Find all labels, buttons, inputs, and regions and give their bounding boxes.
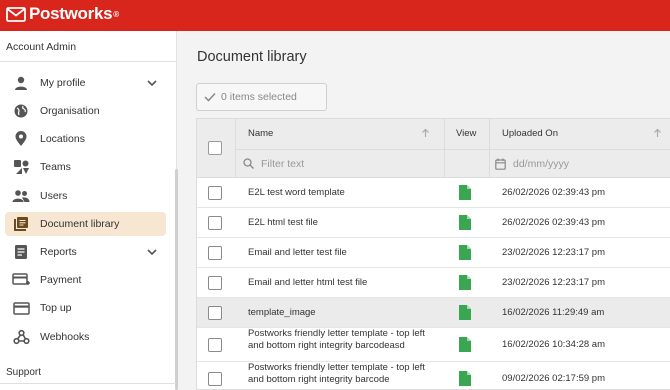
uploaded-on: 09/02/2026 02:17:59 pm — [502, 373, 606, 384]
row-checkbox[interactable] — [208, 276, 222, 290]
uploaded-on: 26/02/2026 02:39:43 pm — [502, 217, 606, 228]
sidebar-item-label: Teams — [40, 161, 71, 173]
table-row[interactable]: E2L html test file 26/02/2026 02:39:43 p… — [197, 208, 670, 238]
grid-header: Name View Uploaded On Filter text dd/mm/… — [197, 119, 670, 178]
sidebar-item-label: Top up — [40, 302, 72, 314]
sidebar-item-webhooks[interactable]: Webhooks — [5, 325, 166, 349]
table-row[interactable]: E2L test word template 26/02/2026 02:39:… — [197, 178, 670, 208]
divider — [0, 61, 176, 62]
map-pin-icon — [7, 131, 35, 147]
sort-arrow-up-icon[interactable] — [653, 128, 662, 138]
envelope-logo-icon — [6, 6, 26, 22]
sidebar-item-label: Users — [40, 190, 68, 202]
sidebar-support-heading: Support — [6, 367, 42, 378]
date-filter-input[interactable]: dd/mm/yyyy — [495, 149, 569, 178]
document-name: E2L html test file — [248, 217, 318, 228]
column-header-view[interactable]: View — [456, 128, 476, 139]
sidebar-item-my-profile[interactable]: My profile — [5, 71, 166, 95]
header-filter-divider — [235, 149, 670, 150]
document-name: Postworks friendly letter template - top… — [248, 362, 425, 385]
payment-card-icon — [7, 273, 35, 287]
table-row[interactable]: template_image 16/02/2026 11:29:49 am — [197, 298, 670, 328]
sidebar-item-organisation[interactable]: Organisation — [5, 99, 166, 123]
column-header-name[interactable]: Name — [248, 128, 273, 139]
calendar-icon — [495, 158, 506, 170]
top-up-card-icon — [7, 301, 35, 315]
uploaded-on: 16/02/2026 10:34:28 am — [502, 339, 606, 350]
sidebar-item-document-library[interactable]: Document library — [5, 212, 166, 236]
sidebar-item-label: Payment — [40, 274, 82, 286]
date-filter-placeholder: dd/mm/yyyy — [513, 157, 570, 170]
uploaded-on: 26/02/2026 02:39:43 pm — [502, 187, 606, 198]
sort-arrow-up-icon[interactable] — [421, 128, 430, 138]
uploaded-on: 23/02/2026 12:23:17 pm — [502, 247, 606, 258]
chevron-down-icon[interactable] — [146, 246, 158, 258]
sidebar-item-label: Locations — [40, 133, 85, 145]
row-checkbox[interactable] — [208, 246, 222, 260]
sidebar-item-teams[interactable]: Teams — [5, 155, 166, 179]
document-name: E2L test word template — [248, 187, 345, 198]
teams-icon — [7, 159, 35, 175]
sidebar-item-label: Organisation — [40, 105, 100, 117]
row-checkbox[interactable] — [208, 216, 222, 230]
document-name: Postworks friendly letter template - top… — [248, 328, 425, 351]
items-selected-label: 0 items selected — [221, 91, 297, 103]
table-row[interactable]: Email and letter test file 23/02/2026 12… — [197, 238, 670, 268]
document-view-icon[interactable] — [459, 245, 471, 260]
document-view-icon[interactable] — [459, 305, 471, 320]
users-icon — [7, 189, 35, 203]
globe-icon — [7, 103, 35, 119]
name-filter-input[interactable]: Filter text — [243, 149, 304, 178]
uploaded-on: 23/02/2026 12:23:17 pm — [502, 277, 606, 288]
document-name: template_image — [248, 307, 316, 318]
document-name: Email and letter test file — [248, 247, 347, 258]
row-checkbox[interactable] — [208, 338, 222, 352]
top-bar: Postworks ® — [0, 0, 670, 31]
sidebar-item-top-up[interactable]: Top up — [5, 296, 166, 320]
main-content: Document library 0 items selected Name V… — [178, 31, 670, 390]
sidebar-item-label: Reports — [40, 246, 77, 258]
document-view-icon[interactable] — [459, 215, 471, 230]
document-view-icon[interactable] — [459, 275, 471, 290]
select-all-checkbox[interactable] — [208, 141, 222, 155]
row-checkbox[interactable] — [208, 186, 222, 200]
brand-registered-mark: ® — [113, 9, 119, 19]
row-checkbox[interactable] — [208, 306, 222, 320]
document-grid: Name View Uploaded On Filter text dd/mm/… — [196, 118, 670, 390]
document-view-icon[interactable] — [459, 371, 471, 386]
sidebar-item-label: My profile — [40, 77, 86, 89]
sidebar-section-title: Account Admin — [6, 41, 77, 53]
chevron-down-icon[interactable] — [146, 77, 158, 89]
postworks-logo[interactable]: Postworks ® — [6, 4, 119, 24]
reports-icon — [7, 244, 35, 260]
webhooks-icon — [7, 329, 35, 345]
items-selected-button[interactable]: 0 items selected — [196, 83, 327, 111]
row-checkbox[interactable] — [208, 372, 222, 386]
sidebar: Account Admin My profile Organisation Lo… — [0, 31, 178, 390]
brand-name: Postworks — [29, 4, 113, 23]
name-filter-placeholder: Filter text — [261, 157, 305, 170]
sidebar-item-reports[interactable]: Reports — [5, 240, 166, 264]
uploaded-on: 16/02/2026 11:29:49 am — [502, 307, 605, 318]
table-row[interactable]: Postworks friendly letter template - top… — [197, 328, 670, 362]
table-row[interactable]: Email and letter html test file 23/02/20… — [197, 268, 670, 298]
sidebar-item-label: Document library — [40, 218, 120, 230]
document-view-icon[interactable] — [459, 185, 471, 200]
table-row[interactable]: Postworks friendly letter template - top… — [197, 362, 670, 389]
document-view-icon[interactable] — [459, 337, 471, 352]
document-library-icon — [7, 216, 35, 232]
check-icon — [204, 92, 216, 102]
person-icon — [7, 75, 35, 91]
search-icon — [243, 158, 254, 169]
sidebar-item-label: Webhooks — [40, 331, 90, 343]
sidebar-item-payment[interactable]: Payment — [5, 268, 166, 292]
divider — [0, 383, 176, 384]
document-name: Email and letter html test file — [248, 277, 368, 288]
column-header-uploaded-on[interactable]: Uploaded On — [502, 128, 558, 139]
page-title: Document library — [197, 49, 307, 65]
sidebar-item-users[interactable]: Users — [5, 184, 166, 208]
sidebar-item-locations[interactable]: Locations — [5, 127, 166, 151]
